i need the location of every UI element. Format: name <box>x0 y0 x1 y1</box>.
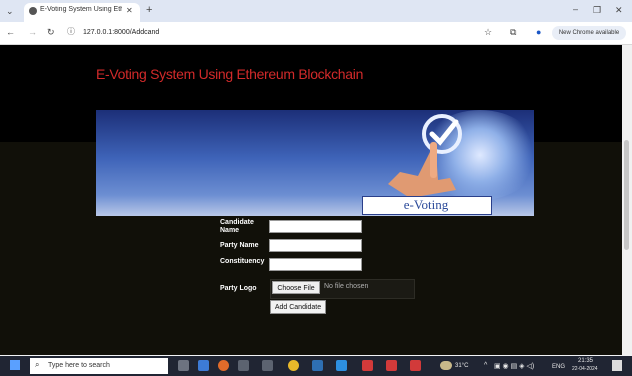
hand-touch-icon <box>388 114 462 198</box>
reload-icon[interactable]: ↻ <box>47 28 55 37</box>
language-indicator[interactable]: ENG <box>552 364 565 370</box>
firefox-icon[interactable] <box>218 360 229 371</box>
bookmark-star-icon[interactable]: ☆ <box>484 28 492 37</box>
window-close-icon[interactable]: ✕ <box>615 6 623 15</box>
party-name-input[interactable] <box>269 239 362 252</box>
extensions-icon[interactable]: ⧉ <box>510 28 516 37</box>
page-title: E-Voting System Using Ethereum Blockchai… <box>96 66 364 82</box>
candidate-name-label: Candidate Name <box>220 219 254 234</box>
vscode-icon[interactable] <box>336 360 347 371</box>
profile-icon[interactable]: ● <box>536 28 541 37</box>
forward-icon[interactable]: → <box>28 28 37 37</box>
taskbar-app2-icon[interactable] <box>262 360 273 371</box>
taskbar-search-placeholder: Type here to search <box>48 362 110 369</box>
banner-label: e-Voting <box>403 197 449 212</box>
notifications-icon[interactable] <box>612 360 622 371</box>
tab-close-icon[interactable]: ✕ <box>126 7 133 15</box>
file-explorer-icon[interactable] <box>198 360 209 371</box>
chrome-icon[interactable] <box>288 360 299 371</box>
constituency-label: Constituency <box>220 258 265 265</box>
restore-icon[interactable]: ❐ <box>593 6 601 15</box>
clock-time[interactable]: 21:35 <box>578 358 593 364</box>
windows-start-icon[interactable] <box>10 360 20 370</box>
minimize-icon[interactable]: – <box>573 5 578 14</box>
task-view-icon[interactable] <box>178 360 189 371</box>
party-logo-label: Party Logo <box>220 285 257 292</box>
scrollbar-thumb[interactable] <box>624 140 629 250</box>
address-bar[interactable]: 127.0.0.1:8000/Addcand <box>83 29 159 36</box>
taskbar-app-icon[interactable] <box>238 360 249 371</box>
tab-list-chevron-icon[interactable]: ⌄ <box>6 7 14 16</box>
tab-title: E-Voting System Using Ethere... <box>40 6 122 13</box>
no-file-text: No file chosen <box>324 283 369 290</box>
site-info-icon[interactable]: ⓘ <box>67 28 75 36</box>
weather-icon[interactable] <box>440 361 452 370</box>
clock-date[interactable]: 22-04-2024 <box>572 366 598 372</box>
new-chrome-available-button[interactable]: New Chrome available <box>552 26 626 40</box>
taskbar-app5-icon[interactable] <box>386 360 397 371</box>
constituency-input[interactable] <box>269 258 362 271</box>
add-candidate-button[interactable]: Add Candidate <box>270 300 326 314</box>
tray-chevron-icon[interactable]: ^ <box>484 362 487 369</box>
weather-temp: 31°C <box>455 363 469 369</box>
search-icon: ⌕ <box>35 360 40 369</box>
taskbar-app4-icon[interactable] <box>362 360 373 371</box>
taskbar-app3-icon[interactable] <box>312 360 323 371</box>
candidate-name-input[interactable] <box>269 220 362 233</box>
party-name-label: Party Name <box>220 242 259 249</box>
back-icon[interactable]: ← <box>6 28 15 37</box>
globe-icon <box>29 7 37 15</box>
new-tab-icon[interactable]: + <box>146 5 152 16</box>
choose-file-button[interactable]: Choose File <box>272 281 320 294</box>
taskbar-app6-icon[interactable] <box>410 360 421 371</box>
tray-icons[interactable]: ▣ ◉ ▤ ◈ ◁) <box>494 362 534 370</box>
